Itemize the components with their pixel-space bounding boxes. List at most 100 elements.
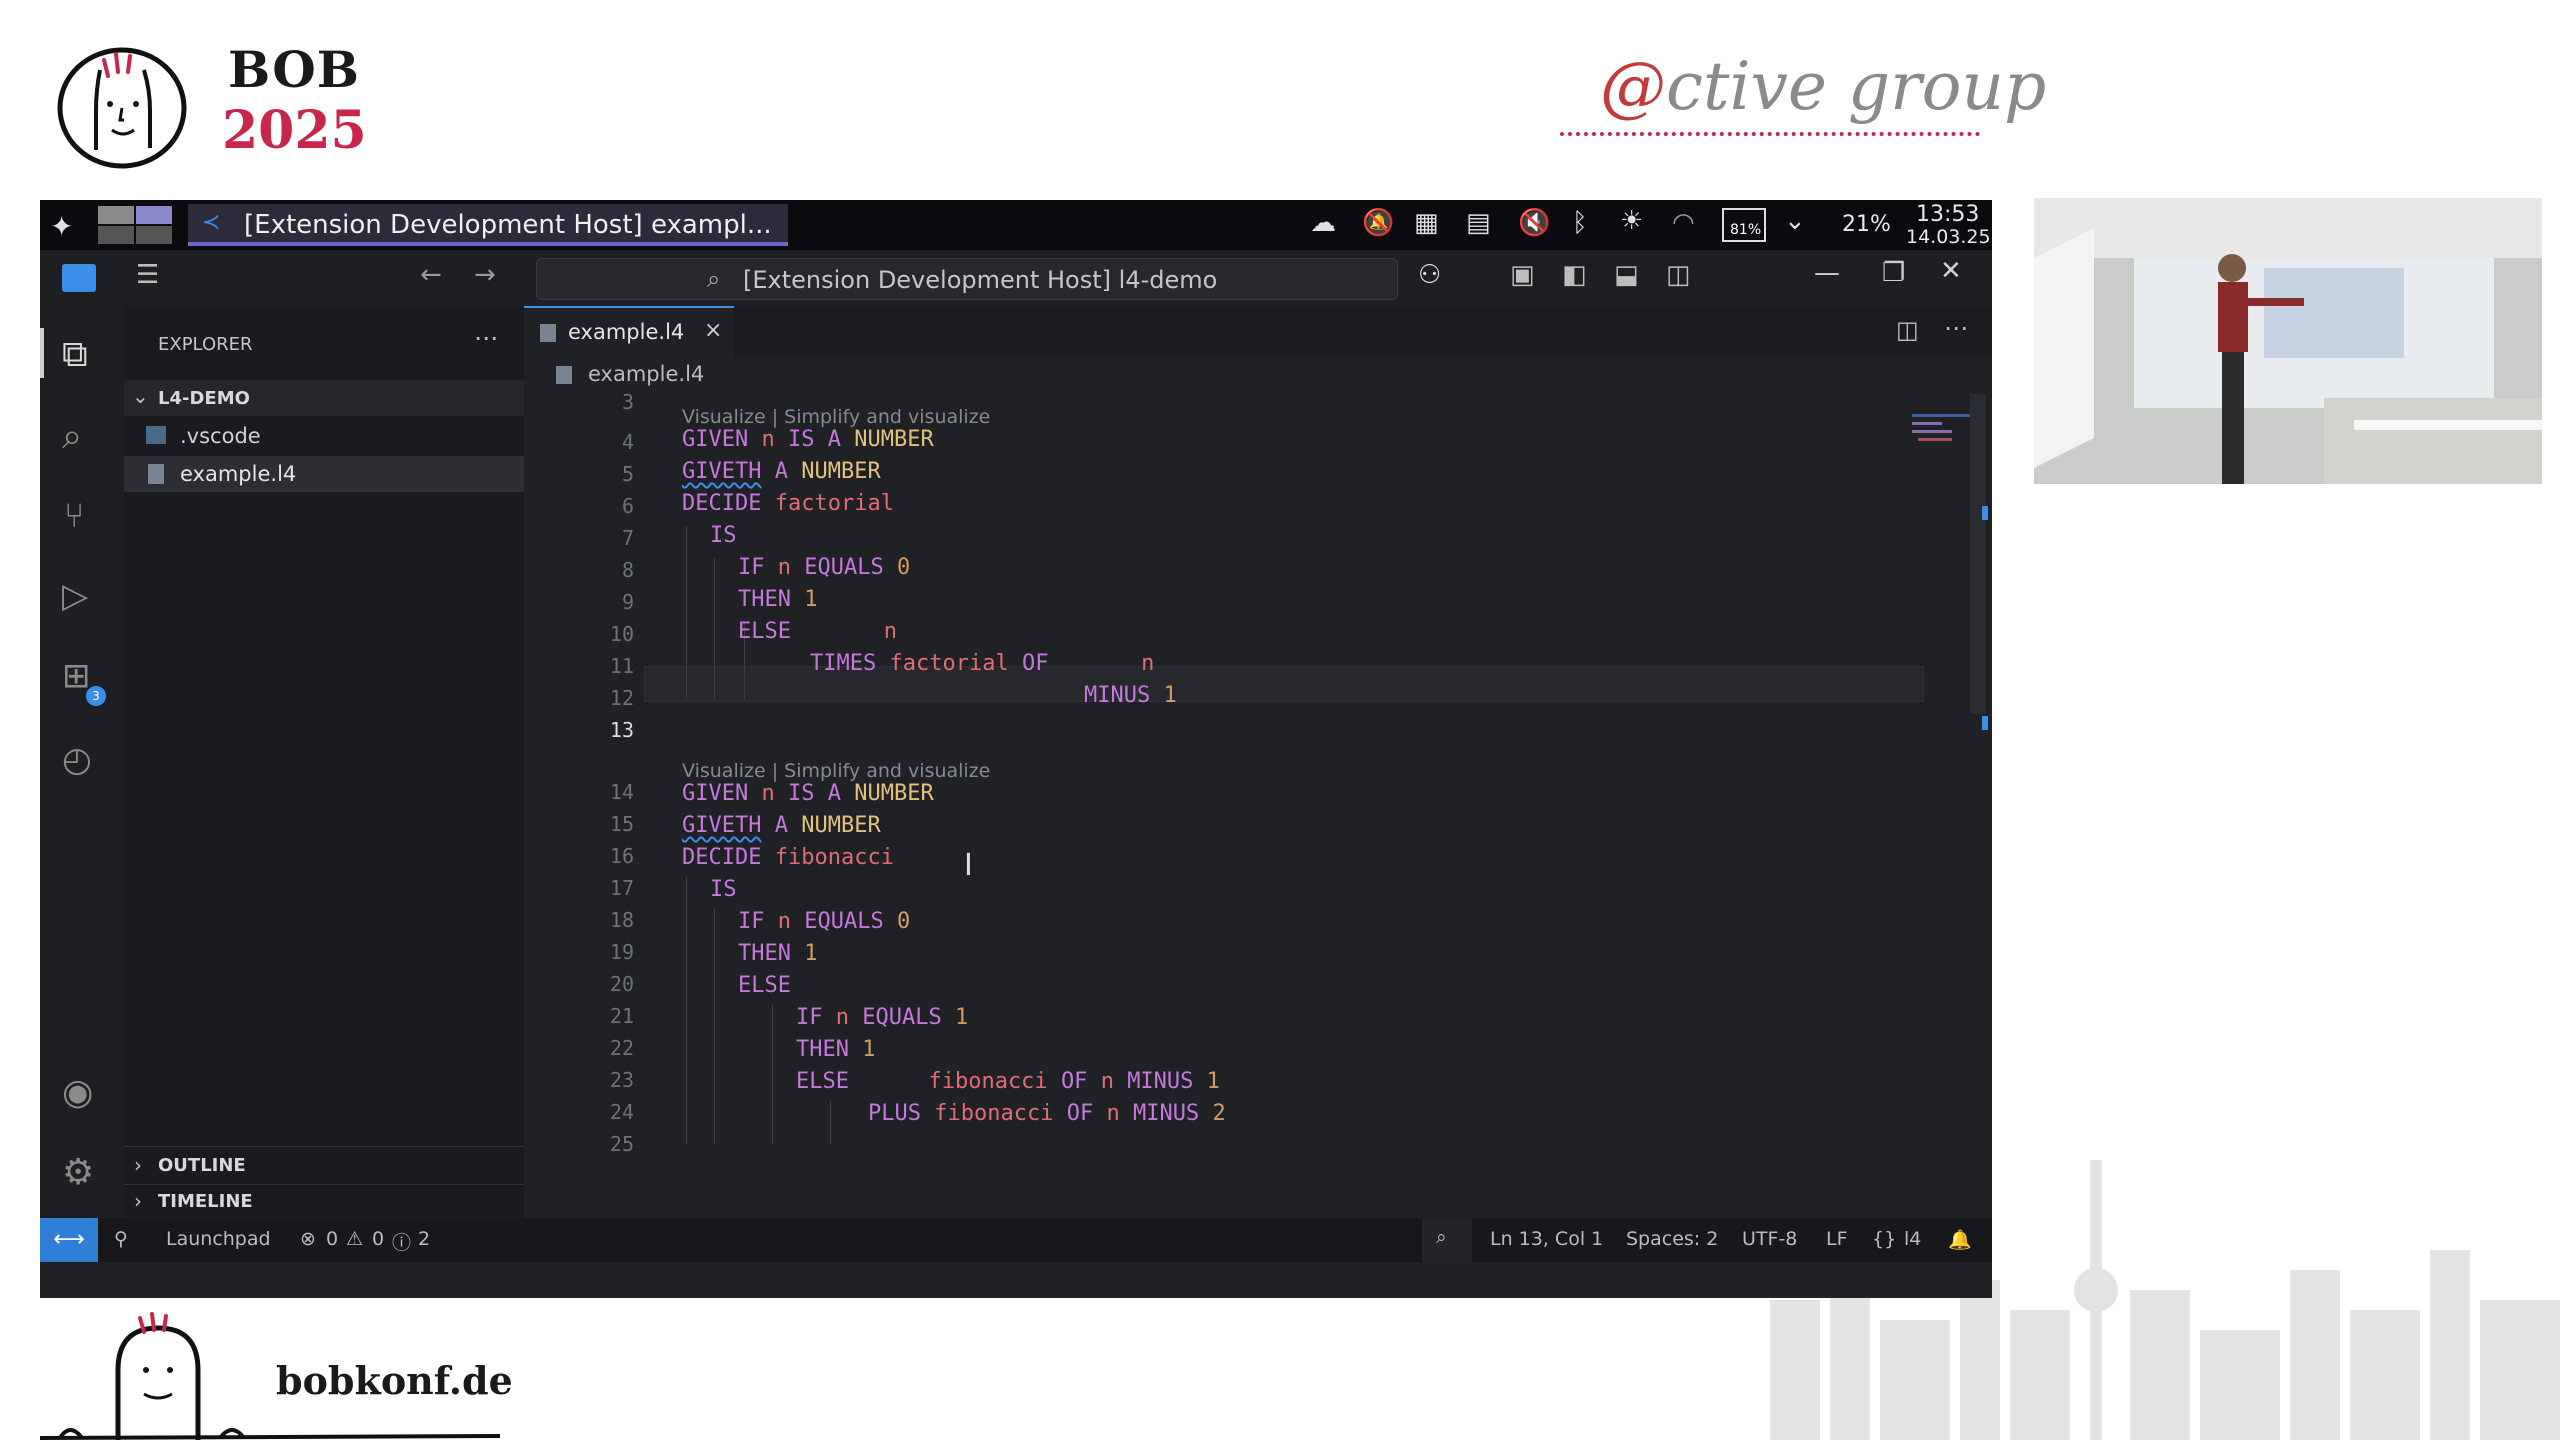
volume-muted-icon[interactable]: 🔇 <box>1518 208 1550 238</box>
indentation[interactable]: Spaces: 2 <box>1626 1228 1718 1250</box>
display-81-icon[interactable]: 81% <box>1722 208 1766 242</box>
code-line: IS <box>710 523 737 548</box>
minimap[interactable] <box>1912 414 1972 454</box>
command-center[interactable]: ⌕ [Extension Development Host] l4-demo <box>536 258 1398 300</box>
grid-icon[interactable]: ▦ <box>1414 208 1439 238</box>
language-braces-icon: {} <box>1872 1228 1897 1250</box>
info-icon: ⓘ <box>392 1232 412 1254</box>
line-ending[interactable]: LF <box>1826 1228 1848 1250</box>
warnings-count[interactable]: 0 <box>372 1228 384 1250</box>
workspace-4[interactable] <box>136 226 172 244</box>
bell-icon[interactable]: 🔔 <box>1948 1228 1972 1251</box>
chevron-right-icon: › <box>134 1153 142 1177</box>
projected-screen: ✦ ≺ [Extension Development Host] exampl.… <box>40 200 1992 1298</box>
code-line: ELSE n <box>738 619 897 644</box>
warnings-icon: ⚠ <box>346 1228 364 1250</box>
vertical-scrollbar[interactable] <box>1970 394 1986 714</box>
toggle-panel-icon[interactable]: ⬓ <box>1614 260 1639 290</box>
layout-customize-icon[interactable]: ▣ <box>1510 260 1535 290</box>
cursor-position[interactable]: Ln 13, Col 1 <box>1490 1228 1603 1250</box>
explorer-icon[interactable]: ⧉ <box>62 334 88 376</box>
timeline-section[interactable]: › TIMELINE <box>124 1184 524 1218</box>
errors-count[interactable]: 0 <box>326 1228 338 1250</box>
notifications-off-icon[interactable]: 🔕 <box>1362 208 1394 238</box>
folder-icon <box>146 426 166 444</box>
line-number: 14 <box>609 780 634 804</box>
file-tree-label: example.l4 <box>180 462 297 486</box>
folder-header[interactable]: ⌄ L4-DEMO <box>124 380 524 416</box>
code-line: DECIDE fibonacci <box>682 845 894 870</box>
wifi-icon[interactable]: ◠ <box>1672 208 1695 238</box>
minimap-line <box>1912 422 1942 425</box>
speaker-camera-feed <box>2034 198 2542 484</box>
close-window-icon[interactable]: ✕ <box>1940 256 1962 286</box>
info-count[interactable]: 2 <box>418 1228 430 1250</box>
workspace-2[interactable] <box>136 206 172 224</box>
minimap-line <box>1912 414 1972 417</box>
restore-icon[interactable]: ❐ <box>1882 258 1905 288</box>
encoding[interactable]: UTF-8 <box>1742 1228 1797 1250</box>
toggle-secondary-sidebar-icon[interactable]: ◫ <box>1666 260 1691 290</box>
file-tree-label: .vscode <box>180 424 261 448</box>
line-number: 22 <box>609 1036 634 1060</box>
chevron-down-icon[interactable]: ⌄ <box>1784 206 1806 236</box>
workspace-switcher[interactable] <box>98 206 178 244</box>
clock-time[interactable]: 13:53 <box>1916 202 1979 227</box>
explorer-title: EXPLORER <box>158 334 253 355</box>
tab-example-l4[interactable]: example.l4 × <box>524 306 734 356</box>
brightness-icon[interactable]: ☀ <box>1620 206 1643 236</box>
bluetooth-icon[interactable]: ᛒ <box>1572 208 1588 238</box>
more-actions-icon[interactable]: ⋯ <box>474 324 498 352</box>
clipboard-icon[interactable]: ▤ <box>1466 208 1491 238</box>
source-control-icon[interactable]: ⑂ <box>64 496 84 536</box>
breadcrumb-file[interactable]: example.l4 <box>588 362 704 386</box>
code-line: IF n EQUALS 0 <box>738 555 911 580</box>
indent-guide <box>714 558 715 700</box>
app-launcher-icon[interactable]: ✦ <box>50 210 73 243</box>
forward-arrow-icon[interactable]: → <box>474 260 496 290</box>
os-taskbar: ✦ ≺ [Extension Development Host] exampl.… <box>40 200 1992 250</box>
indent-guide <box>772 1004 773 1144</box>
code-line: ELSE fibonacci OF n MINUS 1 <box>796 1069 1220 1094</box>
settings-gear-icon[interactable]: ⚙ <box>62 1152 94 1193</box>
scrollbar-marker <box>1982 716 1988 730</box>
file-tree-item[interactable]: example.l4 <box>124 456 524 492</box>
split-editor-icon[interactable]: ◫ <box>1896 316 1919 344</box>
launchpad-label[interactable]: Launchpad <box>166 1228 271 1250</box>
line-number: 25 <box>609 1132 634 1156</box>
git-graph-icon[interactable]: ◴ <box>62 740 92 780</box>
workspace-3[interactable] <box>98 226 134 244</box>
search-icon[interactable]: ⌕ <box>62 416 82 458</box>
line-number: 9 <box>621 590 634 614</box>
editor-more-icon[interactable]: ⋯ <box>1944 314 1968 342</box>
line-number: 15 <box>609 812 634 836</box>
close-tab-icon[interactable]: × <box>704 318 722 343</box>
outline-section[interactable]: › OUTLINE <box>124 1146 524 1182</box>
weather-icon[interactable]: ☁ <box>1310 208 1336 238</box>
remote-indicator-icon[interactable]: ⟷ <box>40 1218 98 1262</box>
zoom-icon[interactable]: ⌕ <box>1422 1218 1472 1262</box>
copilot-icon[interactable]: ⚇ <box>1418 260 1441 290</box>
language-mode[interactable]: l4 <box>1904 1228 1921 1250</box>
line-number: 17 <box>609 876 634 900</box>
run-debug-icon[interactable]: ▷ <box>62 576 88 616</box>
back-arrow-icon[interactable]: ← <box>420 260 442 290</box>
line-number: 11 <box>609 654 634 678</box>
bob-mascot-logo <box>57 47 187 169</box>
file-tree-item[interactable]: .vscode <box>124 418 524 454</box>
menu-icon[interactable]: ☰ <box>136 260 159 290</box>
indent-guide <box>830 1100 831 1144</box>
workspace-1[interactable] <box>98 206 134 224</box>
toggle-sidebar-icon[interactable]: ◧ <box>1562 260 1587 290</box>
line-number: 4 <box>621 430 634 454</box>
code-line: MINUS 1 <box>1084 683 1177 708</box>
taskbar-window-button[interactable]: ≺ [Extension Development Host] exampl... <box>188 204 788 246</box>
code-line: THEN 1 <box>738 941 818 966</box>
minimize-icon[interactable]: — <box>1814 258 1840 288</box>
outline-label: OUTLINE <box>158 1155 246 1176</box>
code-editor[interactable]: 3 4 5 6 7 8 9 10 11 12 13 14 15 16 17 18… <box>524 390 1924 1218</box>
code-line: TIMES factorial OF n <box>810 651 1155 676</box>
extensions-icon[interactable]: ⊞ <box>62 656 91 696</box>
battery-level[interactable]: 21% <box>1842 212 1891 237</box>
account-icon[interactable]: ◉ <box>62 1072 93 1113</box>
